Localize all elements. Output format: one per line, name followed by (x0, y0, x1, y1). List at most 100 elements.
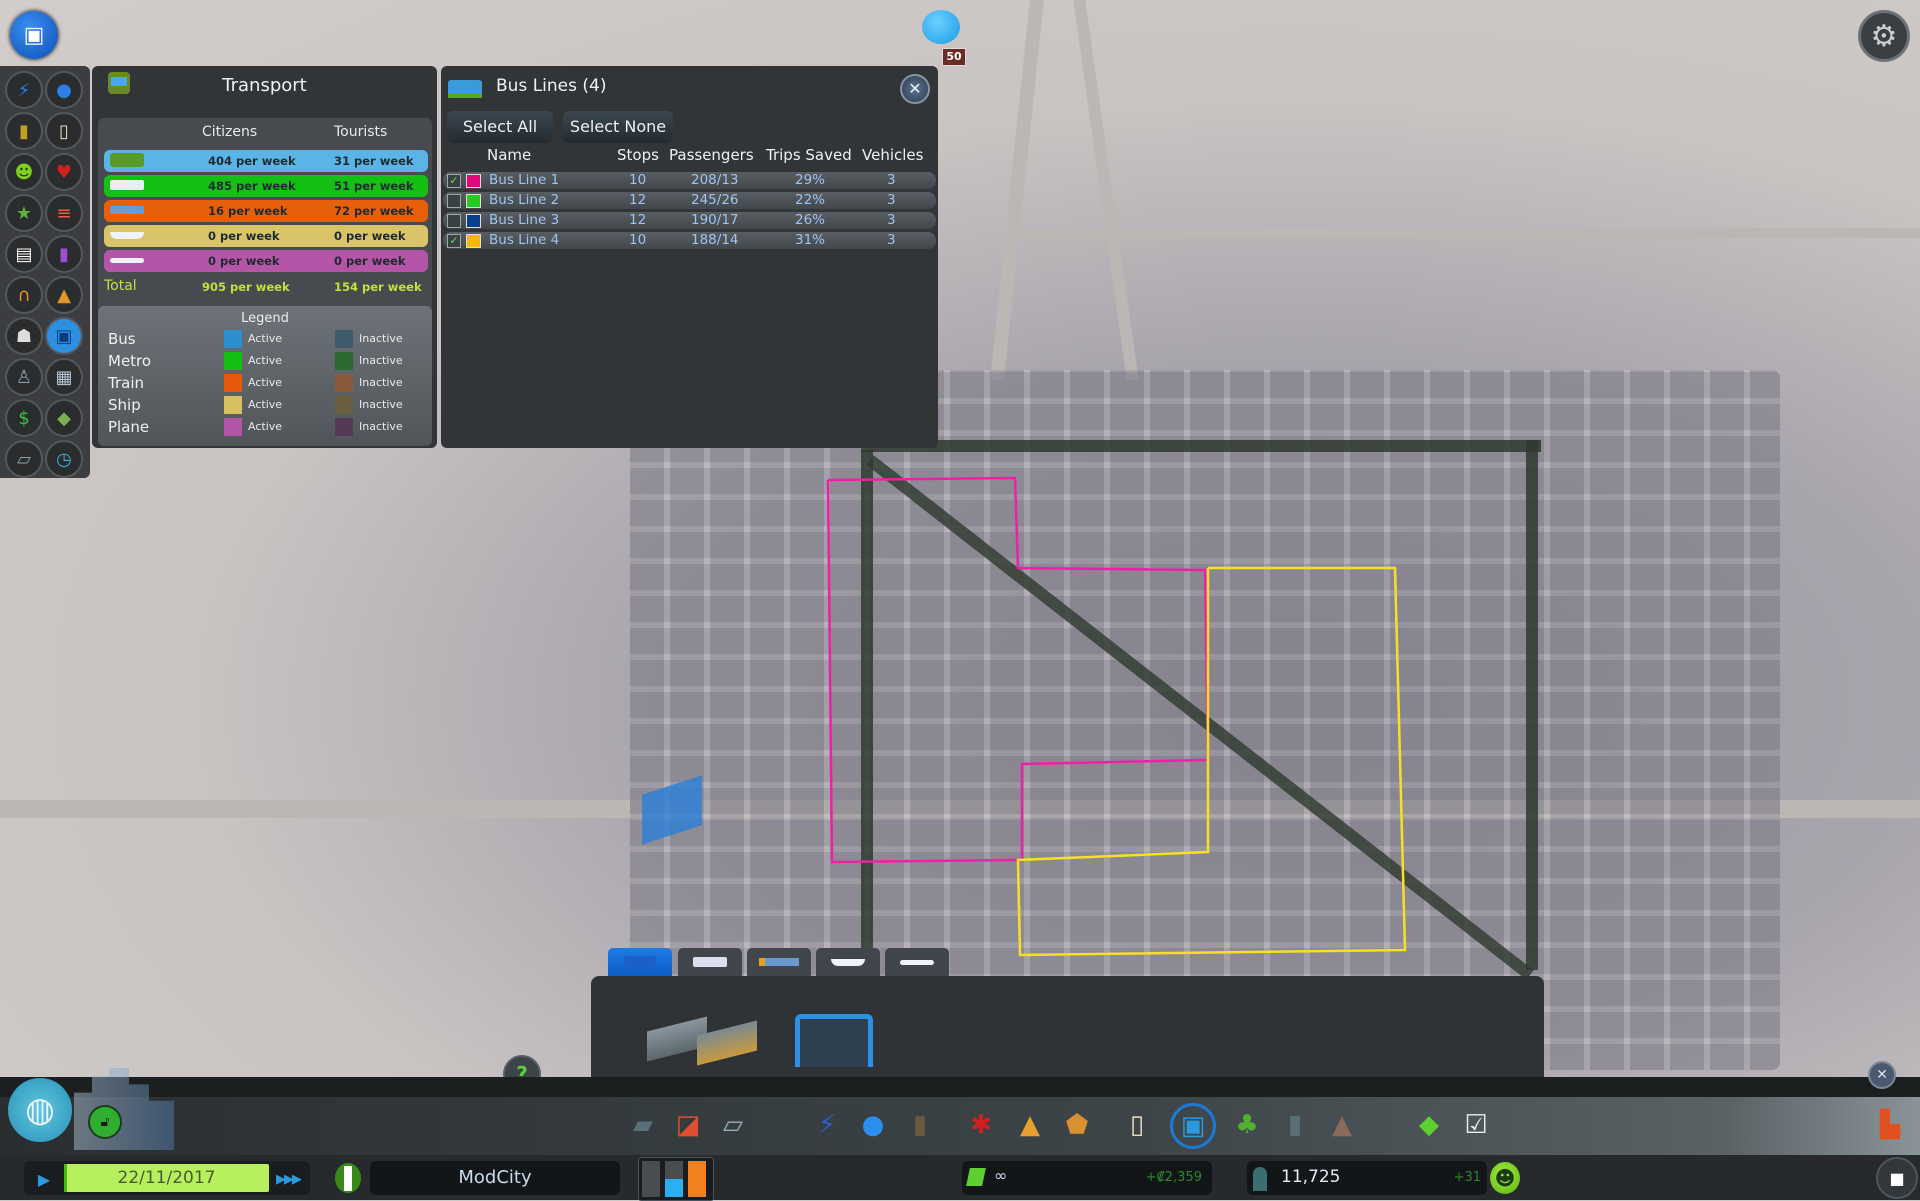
plane-icon (110, 258, 144, 263)
sidebar-item-pollution[interactable]: ▮ (45, 235, 83, 273)
toolbar-water-button[interactable]: ● (858, 1108, 888, 1142)
line-color-swatch[interactable] (466, 174, 481, 188)
sidebar-item-time[interactable]: ◷ (45, 440, 83, 478)
bus-line-row[interactable]: Bus Line 3 12 190/17 26% 3 (443, 212, 936, 229)
tab-train[interactable] (747, 948, 811, 976)
sidebar-item-density[interactable]: ▦ (45, 358, 83, 396)
garbage-icon: ▮ (19, 120, 29, 142)
select-all-button[interactable]: Select All (447, 111, 553, 143)
bus-line-row[interactable]: Bus Line 2 12 245/26 22% 3 (443, 192, 936, 209)
toolbar-monuments-button[interactable]: ▮ (1280, 1108, 1310, 1142)
city-name[interactable]: ModCity (370, 1161, 620, 1195)
toolbar-landscaping-button[interactable]: ▲ (1327, 1108, 1357, 1142)
line-visibility-checkbox[interactable]: ✓ (447, 234, 461, 248)
line-name[interactable]: Bus Line 4 (489, 232, 559, 248)
line-visibility-checkbox[interactable] (447, 214, 461, 228)
sidebar-item-noise[interactable]: ∩ (5, 276, 43, 314)
line-visibility-checkbox[interactable]: ✓ (447, 174, 461, 188)
tab-plane[interactable] (885, 948, 949, 976)
tourists-header: Tourists (334, 124, 388, 140)
line-name[interactable]: Bus Line 1 (489, 172, 559, 188)
tab-ship[interactable] (816, 948, 880, 976)
sidebar-item-fire[interactable]: ▲ (45, 276, 83, 314)
tab-metro[interactable] (678, 948, 742, 976)
settings-button[interactable]: ⚙ (1858, 10, 1910, 62)
sidebar-item-education[interactable]: ▯ (45, 112, 83, 150)
city-info-button[interactable] (335, 1163, 361, 1193)
column-vehicles[interactable]: Vehicles (862, 146, 923, 164)
sidebar-item-traffic[interactable]: ▤ (5, 235, 43, 273)
sidebar-item-water[interactable]: ● (45, 71, 83, 109)
line-color-swatch[interactable] (466, 234, 481, 248)
bus-line-row[interactable]: ✓ Bus Line 1 10 208/13 29% 3 (443, 172, 936, 189)
transport-row-ship: 0 per week 0 per week (104, 225, 428, 247)
line-vehicles: 3 (887, 172, 896, 188)
line-color-swatch[interactable] (466, 214, 481, 228)
tab-bus[interactable] (608, 948, 672, 976)
active-swatch (224, 396, 242, 414)
rci-demand-meter[interactable] (638, 1157, 714, 1201)
unlock-button[interactable]: 🔓︎ (88, 1105, 122, 1139)
bulldozer-button[interactable]: ▙ (1872, 1110, 1908, 1140)
column-passengers[interactable]: Passengers (669, 146, 754, 164)
line-name[interactable]: Bus Line 2 (489, 192, 559, 208)
toolbar-electricity-button[interactable]: ⚡ (812, 1108, 842, 1142)
info-views-button[interactable]: ▣ (10, 11, 58, 59)
inactive-swatch (335, 396, 353, 414)
speed-button[interactable]: ▶▶▶ (270, 1166, 306, 1192)
toolbar-milestones-button[interactable]: ☑ (1461, 1108, 1491, 1142)
toolbar-education-button[interactable]: ▯ (1122, 1108, 1152, 1142)
bus-depot-button[interactable] (647, 1014, 757, 1074)
column-trips-saved[interactable]: Trips Saved (766, 146, 852, 164)
toolbar-roads-button[interactable]: ▰ (628, 1108, 658, 1142)
sidebar-item-garbage[interactable]: ▮ (5, 112, 43, 150)
folder-icon: ▱ (17, 448, 31, 470)
toolbar-garbage-button[interactable]: ▮ (905, 1108, 935, 1142)
close-icon: ✕ (1876, 1067, 1888, 1083)
sidebar-item-transport[interactable]: ▣ (45, 317, 83, 355)
sidebar-item-crime[interactable]: ☗ (5, 317, 43, 355)
sidebar-item-districts[interactable]: ▱ (5, 440, 43, 478)
play-button[interactable]: ▶ (30, 1166, 58, 1192)
book-icon: ▯ (59, 120, 69, 142)
free-camera-button[interactable]: ■ (1876, 1157, 1918, 1199)
sidebar-item-health[interactable]: ♥ (45, 153, 83, 191)
toolbar-healthcare-button[interactable]: ✱ (966, 1108, 996, 1142)
close-panel-button[interactable]: ✕ (1868, 1061, 1896, 1089)
select-none-button[interactable]: Select None (563, 111, 673, 143)
legend-title: Legend (241, 311, 289, 326)
close-button[interactable]: ✕ (900, 74, 930, 104)
chirper-button[interactable]: 50 (918, 6, 968, 66)
column-name[interactable]: Name (487, 146, 531, 164)
citizens-value: 0 per week (208, 254, 280, 268)
districts-icon: ▱ (723, 1110, 743, 1140)
column-stops[interactable]: Stops (617, 146, 659, 164)
info-views-sidebar: ⚡ ● ▮ ▯ ☻ ♥ ★ ≡ ▤ ▮ ∩ ▲ ☗ ▣ ♙ ▦ $ ◆ ▱ ◷ (0, 66, 90, 478)
sidebar-item-land-value[interactable]: ★ (5, 194, 43, 232)
line-visibility-checkbox[interactable] (447, 194, 461, 208)
info-views-icon: ▣ (23, 22, 45, 48)
toolbar-beautification-button[interactable]: ♣ (1232, 1108, 1262, 1142)
sidebar-item-resources[interactable]: ◆ (45, 399, 83, 437)
sidebar-item-population[interactable]: ♙ (5, 358, 43, 396)
toolbar-districts-button[interactable]: ▱ (718, 1108, 748, 1142)
sidebar-item-wind[interactable]: ≡ (45, 194, 83, 232)
world-button[interactable]: ◍ (8, 1078, 72, 1142)
toolbar-fire-department-button[interactable]: ▲ (1015, 1108, 1045, 1142)
toolbar-public-transport-button[interactable]: ▣ (1170, 1103, 1216, 1149)
toolbar-police-button[interactable]: ⬟ (1062, 1108, 1092, 1142)
legend-row-ship: Ship Active Inactive (98, 394, 432, 416)
line-color-swatch[interactable] (466, 194, 481, 208)
bus-stop-button[interactable] (791, 1010, 873, 1070)
line-trips-saved: 22% (795, 192, 826, 208)
sidebar-item-happiness[interactable]: ☻ (5, 153, 43, 191)
plane-icon (900, 959, 934, 965)
sidebar-item-economy[interactable]: $ (5, 399, 43, 437)
education-icon: ▯ (1129, 1110, 1145, 1140)
bus-line-row[interactable]: ✓ Bus Line 4 10 188/14 31% 3 (443, 232, 936, 249)
dollar-icon: $ (18, 407, 30, 429)
line-name[interactable]: Bus Line 3 (489, 212, 559, 228)
sidebar-item-electricity[interactable]: ⚡ (5, 71, 43, 109)
toolbar-zoning-button[interactable]: ◪ (673, 1108, 703, 1142)
toolbar-money-button[interactable]: ◆ (1414, 1108, 1444, 1142)
